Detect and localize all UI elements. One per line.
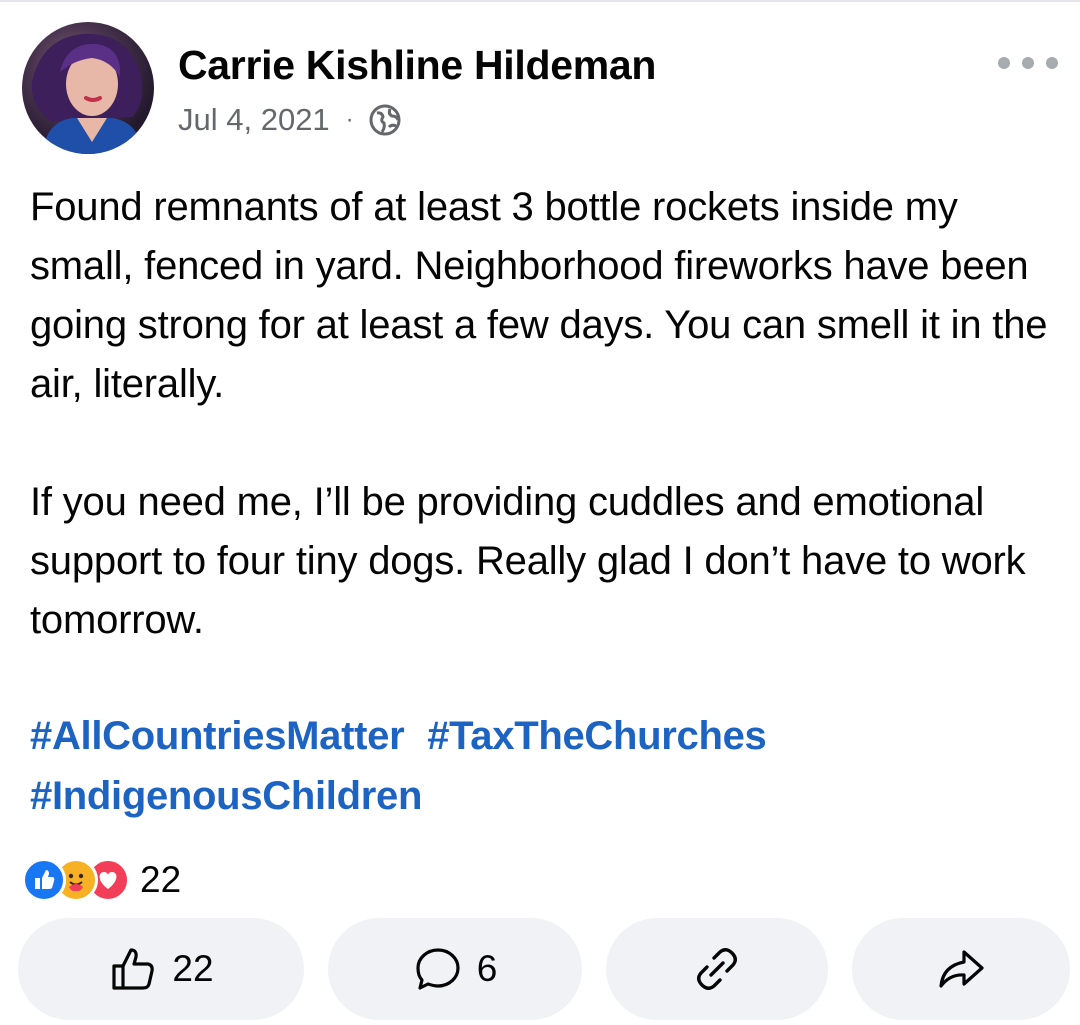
more-options-icon[interactable]	[998, 48, 1058, 78]
globe-icon[interactable]	[368, 103, 402, 137]
thumbs-up-icon	[112, 948, 155, 990]
comment-count: 6	[476, 948, 498, 989]
avatar-photo	[31, 33, 143, 154]
comment-button[interactable]: 6	[328, 918, 582, 1020]
reaction-count: 22	[140, 859, 182, 900]
post-body: Found remnants of at least 3 bottle rock…	[30, 185, 1048, 642]
comment-icon	[416, 948, 460, 990]
author-name[interactable]: Carrie Kishline Hildeman	[178, 42, 656, 89]
like-reaction-icon	[22, 858, 66, 902]
hashtags: #AllCountriesMatter #TaxTheChurches #Ind…	[30, 706, 1060, 826]
share-icon	[939, 950, 984, 988]
post-date[interactable]: Jul 4, 2021	[178, 102, 330, 138]
avatar[interactable]	[22, 22, 154, 154]
link-icon	[697, 948, 737, 990]
hashtag-link[interactable]: #AllCountriesMatter	[30, 714, 405, 758]
share-button[interactable]	[852, 918, 1070, 1020]
top-divider	[0, 0, 1080, 2]
reaction-summary[interactable]: 22	[22, 856, 181, 904]
hashtag-link[interactable]: #IndigenousChildren	[30, 774, 422, 818]
like-count: 22	[172, 948, 214, 989]
post-meta: Jul 4, 2021 ·	[178, 100, 402, 140]
action-bar: 22 6	[18, 918, 1070, 1020]
meta-separator: ·	[345, 106, 354, 133]
copy-link-button[interactable]	[606, 918, 828, 1020]
hashtag-link[interactable]: #TaxTheChurches	[427, 714, 767, 758]
like-button[interactable]: 22	[18, 918, 304, 1020]
